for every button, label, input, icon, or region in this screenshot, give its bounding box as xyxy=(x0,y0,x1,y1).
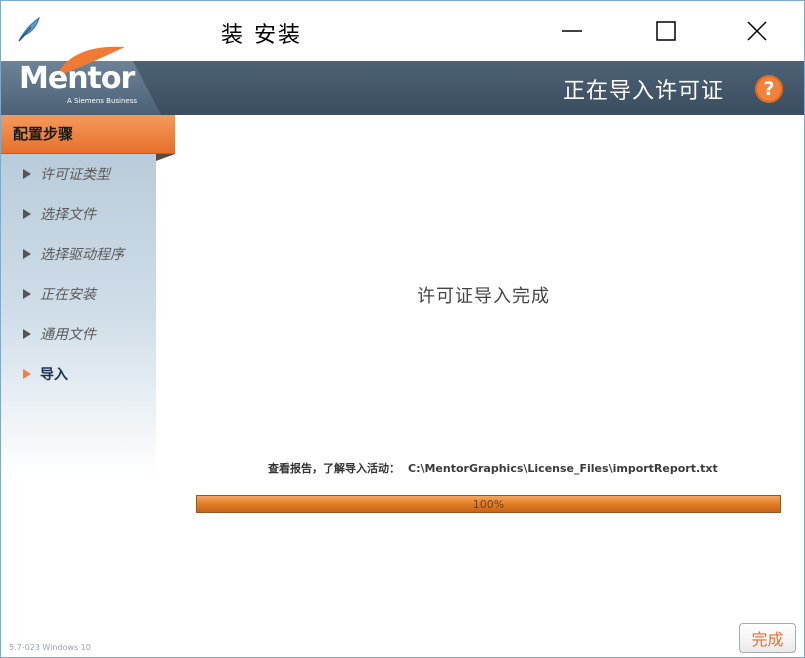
steps-header-notch xyxy=(156,154,175,161)
report-label: 查看报告，了解导入活动： xyxy=(268,462,400,475)
step-arrow-icon xyxy=(23,169,31,179)
page-title: 正在导入许可证 xyxy=(563,79,725,104)
progress-label: 100% xyxy=(472,497,505,511)
step-arrow-icon xyxy=(23,209,31,219)
close-icon xyxy=(747,21,767,41)
report-row: 查看报告，了解导入活动： C:\MentorGraphics\License_Fi… xyxy=(268,460,718,476)
help-button[interactable]: ? xyxy=(755,75,783,103)
close-button[interactable] xyxy=(710,1,804,61)
step-arrow-active-icon xyxy=(23,369,31,379)
maximize-button[interactable] xyxy=(619,1,713,61)
logo-subtitle: A Siemens Business xyxy=(67,97,138,105)
help-icon: ? xyxy=(763,78,775,100)
step-label: 通用文件 xyxy=(40,327,96,343)
step-arrow-icon xyxy=(23,249,31,259)
mentor-logo: Mentor xyxy=(19,61,135,96)
step-installing: 正在安装 xyxy=(23,284,96,304)
window-title: 装 安装 xyxy=(221,23,302,48)
step-label: 选择驱动程序 xyxy=(40,247,124,263)
step-label: 选择文件 xyxy=(40,207,96,223)
maximize-icon xyxy=(656,21,676,41)
minimize-button[interactable] xyxy=(525,1,619,61)
status-message: 许可证导入完成 xyxy=(417,286,550,307)
version-text: 5.7-023 Windows 10 xyxy=(9,643,91,652)
progress-bar: 100% xyxy=(196,495,781,513)
step-label: 导入 xyxy=(40,367,68,383)
report-path-link[interactable]: C:\MentorGraphics\License_Files\importRe… xyxy=(408,462,718,475)
installer-window: 装 安装 Mentor A Siemens Business 正在导入许可证 ?… xyxy=(0,0,805,658)
app-feather-icon xyxy=(18,16,40,42)
minimize-icon xyxy=(562,30,582,32)
step-label: 正在安装 xyxy=(40,287,96,303)
finish-button[interactable]: 完成 xyxy=(739,623,796,653)
step-arrow-icon xyxy=(23,289,31,299)
step-import: 导入 xyxy=(23,364,68,384)
step-label: 许可证类型 xyxy=(40,167,110,183)
step-license-type: 许可证类型 xyxy=(23,164,110,184)
steps-header: 配置步骤 xyxy=(1,115,175,154)
step-select-driver: 选择驱动程序 xyxy=(23,244,124,264)
step-common-files: 通用文件 xyxy=(23,324,96,344)
step-select-file: 选择文件 xyxy=(23,204,96,224)
step-arrow-icon xyxy=(23,329,31,339)
